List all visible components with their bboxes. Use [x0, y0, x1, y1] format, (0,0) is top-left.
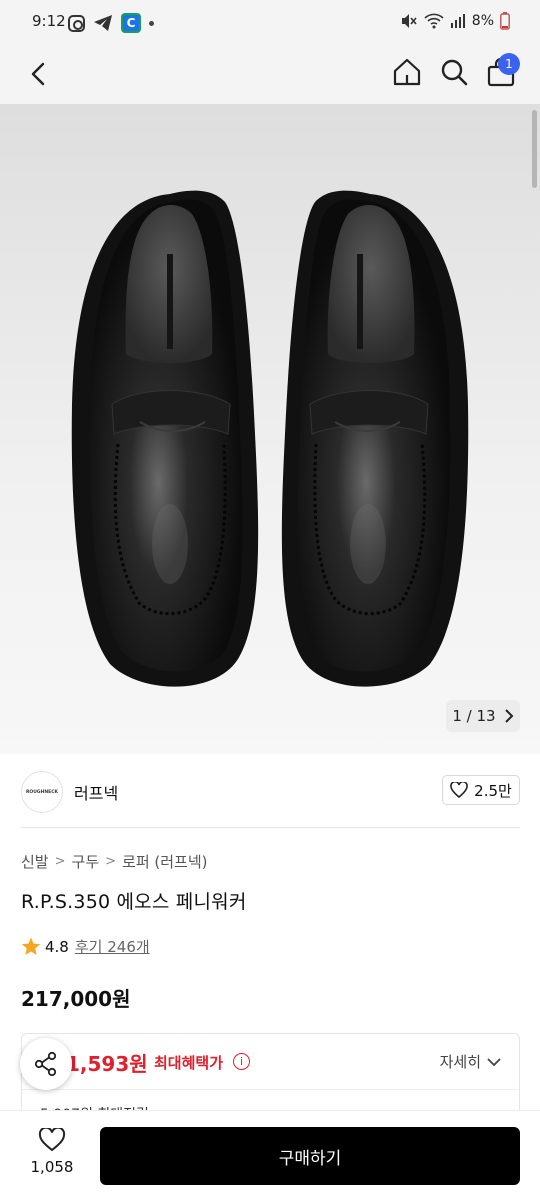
breadcrumb-item[interactable]: 로퍼 (러프넥) [122, 851, 207, 872]
divider [22, 1089, 519, 1090]
status-bar: 9:12 C 8% [0, 0, 540, 44]
heart-icon [450, 782, 468, 798]
battery-percent: 8% [471, 13, 494, 29]
breadcrumb-item[interactable]: 신발 [21, 851, 49, 872]
app-notification-icon: C [121, 13, 141, 33]
search-icon[interactable] [438, 56, 470, 88]
status-time: 9:12 [32, 12, 66, 30]
telegram-icon [94, 15, 112, 31]
benefit-detail-label: 자세히 [439, 1053, 481, 1071]
breadcrumb-item[interactable]: 구두 [72, 851, 100, 872]
rating-value: 4.8 [45, 937, 69, 956]
wifi-icon [424, 13, 444, 29]
chevron-down-icon [487, 1057, 501, 1066]
heart-icon [38, 1128, 66, 1152]
product-title: R.P.S.350 에오스 페니워커 [21, 891, 247, 913]
star-icon [21, 937, 41, 955]
chevron-right-icon: > [54, 854, 66, 869]
brand-logo[interactable]: ROUGHNECK [21, 771, 63, 813]
divider [21, 827, 520, 828]
share-icon [34, 1051, 57, 1077]
home-icon[interactable] [391, 56, 423, 88]
image-pager-label: 1 / 13 [452, 707, 496, 725]
max-benefit-price: 1,593원 [66, 1052, 148, 1076]
chevron-right-icon [504, 709, 514, 723]
image-pager[interactable]: 1 / 13 [446, 700, 520, 732]
max-benefit-label: 최대혜택가 [154, 1054, 224, 1072]
more-notifications-icon [149, 20, 154, 26]
wishlist-count: 1,058 [30, 1158, 74, 1176]
app-bar [0, 44, 540, 104]
chevron-right-icon: > [105, 854, 117, 869]
signal-icon [450, 14, 465, 28]
buy-button[interactable]: 구매하기 [100, 1127, 520, 1185]
loafer-shoes-image [71, 190, 469, 687]
brand-like-count: 2.5만 [474, 781, 512, 800]
brand-name[interactable]: 러프넥 [74, 780, 118, 804]
instagram-icon [68, 14, 85, 32]
mute-icon [401, 14, 417, 28]
info-icon[interactable]: i [233, 1053, 250, 1070]
reviews-link[interactable]: 후기 246개 [75, 936, 150, 957]
share-button[interactable] [20, 1038, 72, 1090]
scrollbar[interactable] [532, 110, 537, 188]
wishlist-button[interactable]: 1,058 [22, 1128, 82, 1176]
product-price: 217,000원 [21, 987, 131, 1011]
breadcrumb: 신발 > 구두 > 로퍼 (러프넥) [21, 851, 208, 872]
product-rating: 4.8 후기 246개 [21, 936, 150, 957]
battery-icon [500, 12, 510, 30]
benefit-detail-button[interactable]: 자세히 [440, 1051, 501, 1072]
product-image[interactable] [0, 104, 540, 754]
buy-button-label: 구매하기 [278, 1148, 342, 1169]
cart-count-badge: 1 [498, 53, 520, 75]
back-arrow-icon[interactable] [24, 58, 56, 90]
brand-like-button[interactable]: 2.5만 [442, 775, 520, 805]
